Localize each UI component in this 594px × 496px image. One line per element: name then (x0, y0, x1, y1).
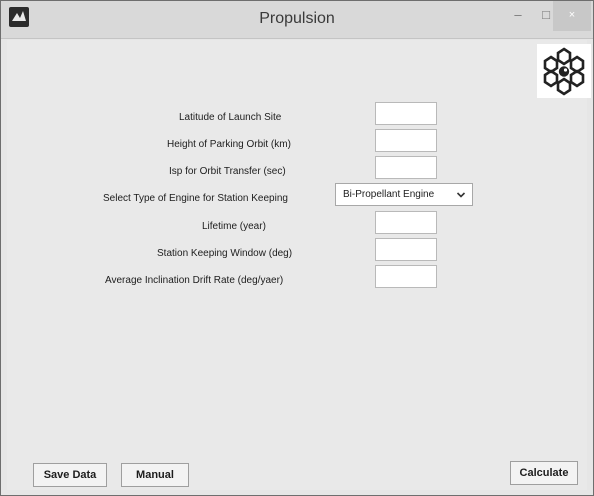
engine-type-value: Bi-Propellant Engine (343, 189, 435, 200)
parking-orbit-label: Height of Parking Orbit (km) (167, 139, 291, 150)
drift-rate-input[interactable] (375, 265, 437, 288)
parking-orbit-input[interactable] (375, 129, 437, 152)
latitude-input[interactable] (375, 102, 437, 125)
latitude-label: Latitude of Launch Site (179, 112, 282, 123)
save-data-button[interactable]: Save Data (33, 463, 107, 487)
form-panel: Latitude of Launch Site Height of Parkin… (7, 40, 591, 490)
station-keeping-window-label: Station Keeping Window (deg) (157, 248, 293, 259)
propulsion-window: Propulsion – □ × Latitude of Launch Site (0, 0, 594, 496)
title-bar[interactable]: Propulsion – □ × (1, 1, 593, 39)
engine-type-label: Select Type of Engine for Station Keepin… (103, 193, 288, 204)
engine-type-select[interactable]: Bi-Propellant Engine (335, 183, 473, 206)
calculate-button[interactable]: Calculate (510, 461, 578, 485)
snowflake-logo-icon (537, 44, 591, 98)
lifetime-label: Lifetime (year) (202, 221, 266, 232)
chevron-down-icon (456, 192, 466, 198)
close-button[interactable]: × (553, 1, 591, 31)
isp-input[interactable] (375, 156, 437, 179)
station-keeping-window-input[interactable] (375, 238, 437, 261)
lifetime-input[interactable] (375, 211, 437, 234)
manual-button[interactable]: Manual (121, 463, 189, 487)
drift-rate-label: Average Inclination Drift Rate (deg/yaer… (105, 275, 284, 286)
isp-label: Isp for Orbit Transfer (sec) (169, 166, 286, 177)
